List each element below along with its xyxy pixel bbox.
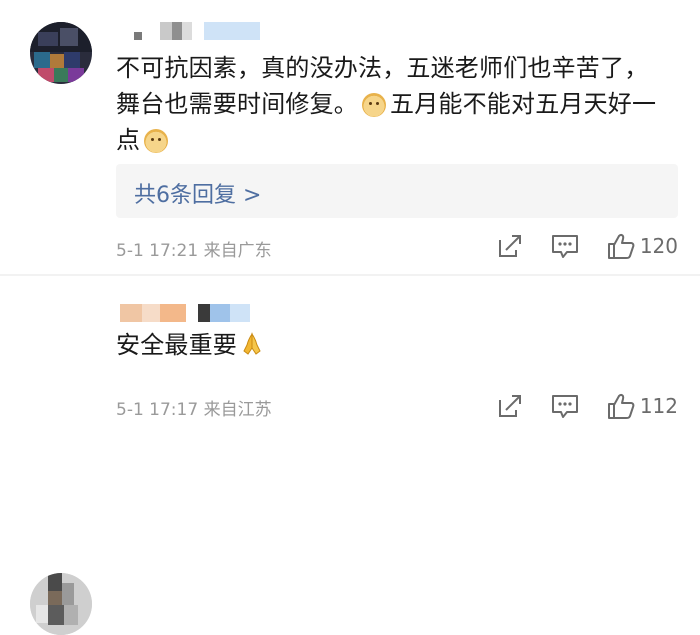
comment-line-part: 舞台也需要时间修复。 — [116, 90, 358, 118]
comment-meta: 5-1 17:21 来自广东 — [116, 236, 272, 261]
praying-hands-emoji-icon — [239, 331, 265, 357]
dog-emoji-icon — [362, 93, 386, 117]
comment-line: 舞台也需要时间修复。 五月能不能对五月天好一 — [116, 86, 676, 122]
comment-line-part: 点 — [116, 126, 141, 154]
divider — [0, 274, 700, 276]
like-button[interactable]: 120 — [606, 232, 678, 260]
comment-button[interactable] — [550, 392, 580, 420]
dog-emoji-icon — [144, 129, 169, 153]
like-icon — [607, 394, 635, 419]
replies-box: 共6条回复 > — [116, 164, 678, 218]
like-button[interactable]: 112 — [606, 392, 678, 420]
comment-time: 5-1 17:17 — [116, 400, 199, 420]
avatar[interactable] — [30, 573, 92, 635]
repost-icon — [498, 395, 521, 417]
comment-line: 点 — [116, 122, 676, 158]
comment-icon — [551, 235, 578, 258]
like-count: 112 — [639, 394, 678, 418]
repost-button[interactable] — [496, 392, 524, 420]
username[interactable] — [134, 22, 260, 40]
comment-item: 安全最重要 5-1 17:17 来自江苏 112 — [0, 277, 700, 635]
comment-time: 5-1 17:21 — [116, 241, 199, 261]
view-replies-link[interactable]: 共6条回复 > — [134, 177, 261, 209]
comment-meta: 5-1 17:17 来自江苏 — [116, 395, 272, 420]
comment-icon — [551, 395, 578, 418]
username[interactable] — [120, 304, 270, 322]
comment-text: 安全最重要 — [116, 327, 676, 363]
comment-location: 来自江苏 — [203, 400, 272, 420]
comment-line-part: 五月能不能对五月天好一 — [390, 90, 657, 118]
comment-actions: 112 — [496, 392, 678, 420]
repost-button[interactable] — [496, 232, 524, 260]
comment-item: 不可抗因素，真的没办法，五迷老师们也辛苦了， 舞台也需要时间修复。 五月能不能对五… — [0, 0, 700, 276]
comment-button[interactable] — [550, 232, 580, 260]
comment-line: 安全最重要 — [116, 331, 237, 359]
comment-line: 不可抗因素，真的没办法，五迷老师们也辛苦了， — [116, 54, 649, 82]
comment-location: 来自广东 — [203, 241, 272, 261]
comment-text: 不可抗因素，真的没办法，五迷老师们也辛苦了， 舞台也需要时间修复。 五月能不能对五… — [116, 50, 676, 158]
comment-actions: 120 — [496, 232, 678, 260]
avatar[interactable] — [30, 22, 92, 84]
like-count: 120 — [639, 234, 678, 258]
like-icon — [607, 234, 635, 259]
repost-icon — [498, 235, 521, 257]
